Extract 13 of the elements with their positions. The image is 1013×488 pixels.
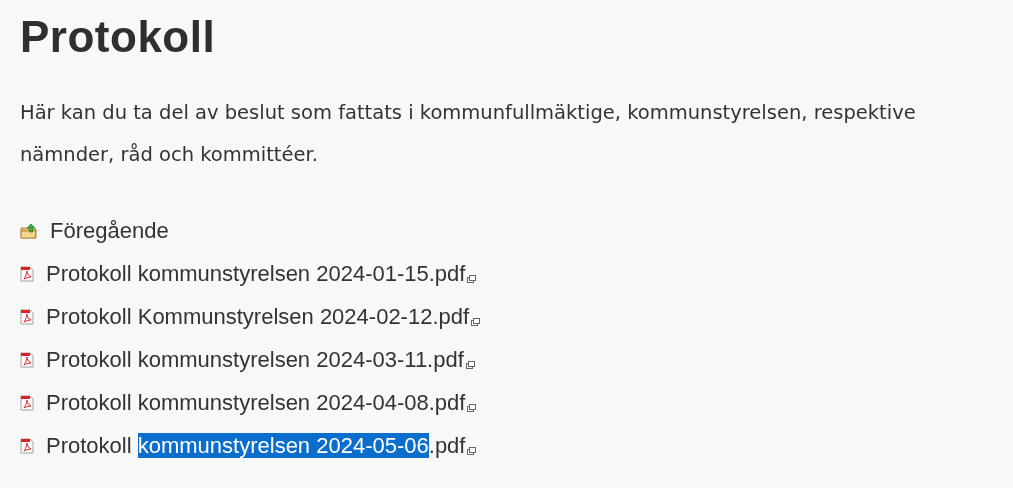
- pdf-link[interactable]: Protokoll kommunstyrelsen 2024-04-08.pdf: [46, 390, 466, 416]
- pdf-file-icon: [20, 352, 34, 368]
- page-title: Protokoll: [20, 12, 217, 62]
- back-link[interactable]: Föregående: [50, 218, 169, 244]
- pdf-link[interactable]: Protokoll kommunstyrelsen 2024-03-11.pdf: [46, 347, 464, 373]
- pdf-file-icon: [20, 438, 34, 454]
- intro-text: Här kan du ta del av beslut som fattats i kommunfullmäktige, kommunstyrelsen, respektive nämnder, råd och kommittéer.: [20, 100, 917, 168]
- pdf-file-icon: [20, 395, 34, 411]
- pdf-file-icon: [20, 309, 34, 325]
- pdf-link[interactable]: Protokoll Kommunstyrelsen 2024-02-12.pdf: [46, 304, 470, 330]
- pdf-file-icon: [20, 266, 34, 282]
- pdf-link[interactable]: Protokoll kommunstyrelsen 2024-01-15.pdf: [46, 261, 466, 287]
- folder-arrow-icon: [20, 223, 38, 239]
